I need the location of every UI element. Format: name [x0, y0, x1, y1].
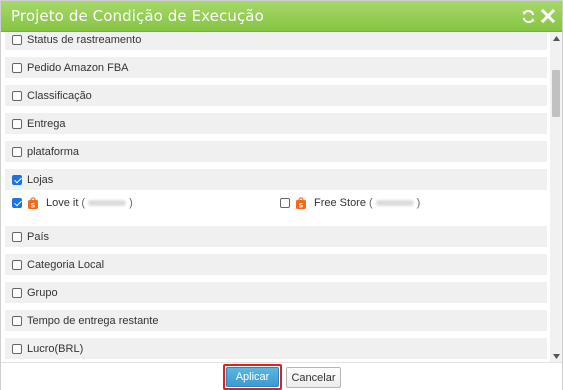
dialog-titlebar: Projeto de Condição de Execução	[1, 1, 562, 32]
checkbox[interactable]	[12, 343, 22, 354]
checkbox[interactable]	[12, 62, 22, 73]
condition-row-status-de-rastreamento[interactable]: Status de rastreamento	[5, 32, 547, 50]
condition-row-pedido-amazon-fba[interactable]: Pedido Amazon FBA	[5, 57, 547, 78]
dialog-title: Projeto de Condição de Execução	[11, 7, 264, 25]
condition-dialog: Projeto de Condição de Execução Status d…	[0, 0, 563, 390]
checkbox[interactable]	[280, 197, 290, 208]
cancel-button[interactable]: Cancelar	[286, 367, 341, 388]
svg-text:S: S	[31, 201, 36, 209]
checkbox[interactable]	[12, 146, 22, 157]
row-label: Pedido Amazon FBA	[27, 61, 129, 74]
condition-row-plataforma[interactable]: plataforma	[5, 141, 547, 162]
row-label: Tempo de entrega restante	[27, 314, 159, 327]
paren-close: )	[129, 196, 133, 209]
store-option-free-store[interactable]: S Free Store ( )	[280, 192, 420, 213]
checkbox[interactable]	[12, 34, 22, 45]
checkbox-checked[interactable]	[12, 197, 22, 208]
row-label: plataforma	[27, 145, 79, 158]
row-label: Lojas	[27, 173, 54, 186]
shopee-icon: S	[28, 196, 38, 209]
checkbox[interactable]	[12, 287, 22, 298]
dialog-footer: Aplicar Cancelar	[1, 362, 562, 390]
refresh-icon[interactable]	[520, 7, 536, 25]
row-label: Grupo	[27, 286, 58, 299]
condition-row-classificacao[interactable]: Classificação	[5, 85, 547, 106]
row-label: País	[27, 230, 50, 243]
row-label: Entrega	[27, 117, 66, 130]
shopee-icon: S	[296, 196, 306, 209]
apply-highlight: Aplicar	[223, 364, 282, 390]
scroll-up-icon[interactable]	[550, 32, 562, 44]
row-label: Classificação	[27, 89, 92, 102]
row-label: Categoria Local	[27, 258, 105, 271]
row-label: Status de rastreamento	[27, 33, 142, 46]
scroll-down-icon[interactable]	[550, 350, 562, 362]
checkbox[interactable]	[12, 90, 22, 101]
store-options: S Love it ( ) S Free Store ()	[5, 192, 547, 214]
condition-row-categoria-local[interactable]: Categoria Local	[5, 254, 547, 275]
vertical-scrollbar[interactable]	[550, 32, 562, 362]
dialog-content: Status de rastreamento Pedido Amazon FBA…	[1, 32, 562, 362]
condition-row-pais[interactable]: País	[5, 226, 547, 247]
paren-close: )	[416, 196, 421, 209]
condition-row-grupo[interactable]: Grupo	[5, 282, 547, 303]
svg-text:S: S	[299, 201, 304, 209]
condition-row-entrega[interactable]: Entrega	[5, 113, 547, 134]
checkbox[interactable]	[12, 315, 22, 326]
condition-row-lucro-brl[interactable]: Lucro(BRL)	[5, 338, 547, 359]
condition-row-lojas[interactable]: Lojas	[5, 169, 547, 190]
store-name: Love it	[46, 196, 79, 209]
apply-button[interactable]: Aplicar	[226, 367, 279, 387]
close-icon[interactable]	[540, 7, 556, 25]
paren-open: (	[368, 196, 373, 209]
paren-open: (	[81, 196, 86, 209]
redacted-value	[375, 199, 414, 206]
checkbox[interactable]	[12, 259, 22, 270]
checkbox[interactable]	[12, 231, 22, 242]
checkbox-checked[interactable]	[12, 174, 22, 185]
redacted-value	[88, 199, 127, 206]
scrollbar-thumb[interactable]	[552, 70, 560, 117]
row-label: Lucro(BRL)	[27, 342, 84, 355]
store-option-love-it[interactable]: S Love it ( )	[12, 192, 133, 213]
title-tools	[520, 7, 556, 25]
condition-row-tempo-de-entrega-restante[interactable]: Tempo de entrega restante	[5, 310, 547, 331]
store-name: Free Store	[314, 196, 366, 209]
checkbox[interactable]	[12, 118, 22, 129]
